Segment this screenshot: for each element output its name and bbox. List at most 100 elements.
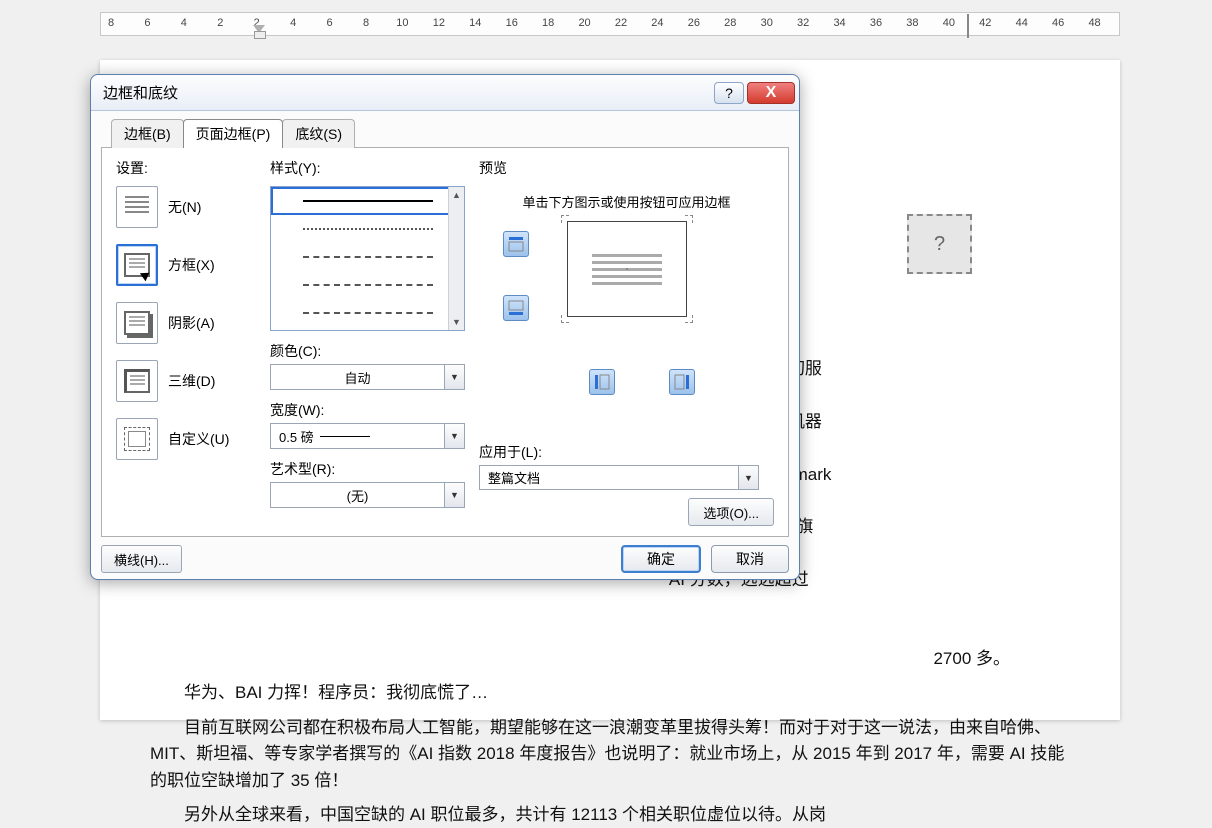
corner-bl [561, 315, 569, 323]
style-dashdot[interactable] [271, 299, 464, 327]
edge-right-button[interactable] [669, 369, 695, 395]
corner-br [685, 315, 693, 323]
chevron-down-icon[interactable]: ▼ [444, 483, 464, 507]
dialog-titlebar[interactable]: 边框和底纹 ? X [91, 75, 799, 111]
edge-left-button[interactable] [589, 369, 615, 395]
ruler-tick: 10 [395, 17, 409, 29]
apply-to-value: 整篇文档 [480, 468, 738, 487]
setting-custom[interactable]: 自定义(U) [116, 418, 256, 460]
style-dotted[interactable] [271, 215, 464, 243]
apply-to-combo[interactable]: 整篇文档 ▼ [479, 465, 759, 491]
ruler-tick: 18 [541, 17, 555, 29]
ruler-tick: 24 [650, 17, 664, 29]
shadow-icon [124, 311, 150, 335]
setting-3d-label: 三维(D) [168, 371, 215, 391]
ok-button[interactable]: 确定 [621, 545, 701, 573]
preview-hint: 单击下方图示或使用按钮可应用边框 [479, 192, 774, 211]
help-button[interactable]: ? [714, 82, 744, 104]
ruler-tick: 42 [978, 17, 992, 29]
setting-3d[interactable]: 三维(D) [116, 360, 256, 402]
horizontal-line-button[interactable]: 横线(H)... [101, 545, 182, 573]
setting-none-label: 无(N) [168, 197, 201, 217]
ruler-tick: 20 [578, 17, 592, 29]
ruler-tick: 46 [1051, 17, 1065, 29]
border-bottom-icon [508, 300, 524, 316]
setting-shadow[interactable]: 阴影(A) [116, 302, 256, 344]
border-right-icon [674, 374, 690, 390]
style-dashed-small[interactable] [271, 243, 464, 271]
style-label: 样式(Y): [270, 158, 465, 178]
width-label: 宽度(W): [270, 400, 465, 420]
corner-tl [561, 215, 569, 223]
border-left-icon [594, 374, 610, 390]
art-combo[interactable]: (无) ▼ [270, 482, 465, 508]
style-solid[interactable] [271, 187, 464, 215]
ruler-tick: 34 [833, 17, 847, 29]
scroll-down-icon[interactable]: ▼ [452, 314, 461, 330]
dialog-title: 边框和底纹 [103, 82, 711, 103]
ruler-tick: 32 [796, 17, 810, 29]
width-value: 0.5 磅 [271, 427, 444, 446]
dialog-tabs: 边框(B) 页面边框(P) 底纹(S) [111, 119, 789, 148]
ruler-tick: 2 [213, 17, 227, 29]
chevron-down-icon[interactable]: ▼ [738, 466, 758, 490]
ruler-tick: 38 [905, 17, 919, 29]
ruler-tick: 6 [140, 17, 154, 29]
color-combo[interactable]: 自动 ▼ [270, 364, 465, 390]
style-listbox[interactable]: ▲ ▼ [270, 186, 465, 331]
ruler-tick: 48 [1088, 17, 1102, 29]
width-sample-line [320, 436, 370, 437]
art-label: 艺术型(R): [270, 459, 465, 479]
ruler-tick: 22 [614, 17, 628, 29]
ruler-tick: 14 [468, 17, 482, 29]
cancel-button[interactable]: 取消 [711, 545, 789, 573]
style-dashed-large[interactable] [271, 271, 464, 299]
tab-border[interactable]: 边框(B) [111, 119, 184, 148]
help-icon: ? [725, 85, 733, 101]
borders-shading-dialog: 边框和底纹 ? X 边框(B) 页面边框(P) 底纹(S) 设置: 无(N) 方… [90, 74, 800, 580]
indent-marker[interactable] [253, 25, 265, 35]
threeD-icon [124, 369, 150, 393]
ruler-tick: 4 [177, 17, 191, 29]
custom-icon [124, 427, 150, 451]
right-margin-marker[interactable] [967, 14, 969, 38]
color-value: 自动 [271, 368, 444, 387]
close-icon: X [766, 84, 777, 102]
preview-page-thumbnail[interactable] [567, 221, 687, 317]
options-button[interactable]: 选项(O)... [688, 498, 774, 526]
style-scrollbar[interactable]: ▲ ▼ [448, 187, 464, 330]
none-icon [125, 196, 149, 218]
apply-to-label: 应用于(L): [479, 442, 774, 462]
close-button[interactable]: X [747, 82, 795, 104]
chevron-down-icon[interactable]: ▼ [444, 365, 464, 389]
setting-box[interactable]: 方框(X) [116, 244, 256, 286]
tab-shading[interactable]: 底纹(S) [282, 119, 355, 148]
ruler-tick: 28 [723, 17, 737, 29]
preview-area[interactable] [479, 221, 774, 408]
chevron-down-icon[interactable]: ▼ [444, 424, 464, 448]
width-combo[interactable]: 0.5 磅 ▼ [270, 423, 465, 449]
tab-page-border[interactable]: 页面边框(P) [183, 119, 284, 148]
doc-fragment-2: 2700 多。 [150, 646, 1010, 672]
scroll-up-icon[interactable]: ▲ [452, 187, 461, 203]
ruler-tick: 12 [432, 17, 446, 29]
ruler-tick: 6 [323, 17, 337, 29]
ruler-tick: 8 [359, 17, 373, 29]
setting-custom-label: 自定义(U) [168, 429, 229, 449]
color-label: 颜色(C): [270, 341, 465, 361]
placeholder-stamp: ? [907, 214, 972, 274]
setting-label: 设置: [116, 158, 256, 178]
preview-label: 预览 [479, 158, 774, 178]
doc-para3: 另外从全球来看，中国空缺的 AI 职位最多，共计有 12113 个相关职位虚位以… [150, 802, 1070, 828]
ruler-tick: 8 [104, 17, 118, 29]
stamp-char: ? [934, 229, 945, 260]
setting-box-label: 方框(X) [168, 255, 215, 275]
edge-bottom-button[interactable] [503, 295, 529, 321]
edge-top-button[interactable] [503, 231, 529, 257]
setting-none[interactable]: 无(N) [116, 186, 256, 228]
doc-para2: 目前互联网公司都在积极布局人工智能，期望能够在这一浪潮变革里拔得头筹！而对于对于… [150, 715, 1070, 794]
ruler-tick: 4 [286, 17, 300, 29]
doc-midline: 华为、BAI 力挥！程序员：我彻底慌了… [150, 680, 1070, 706]
ruler-tick: 44 [1015, 17, 1029, 29]
ruler-tick: 26 [687, 17, 701, 29]
